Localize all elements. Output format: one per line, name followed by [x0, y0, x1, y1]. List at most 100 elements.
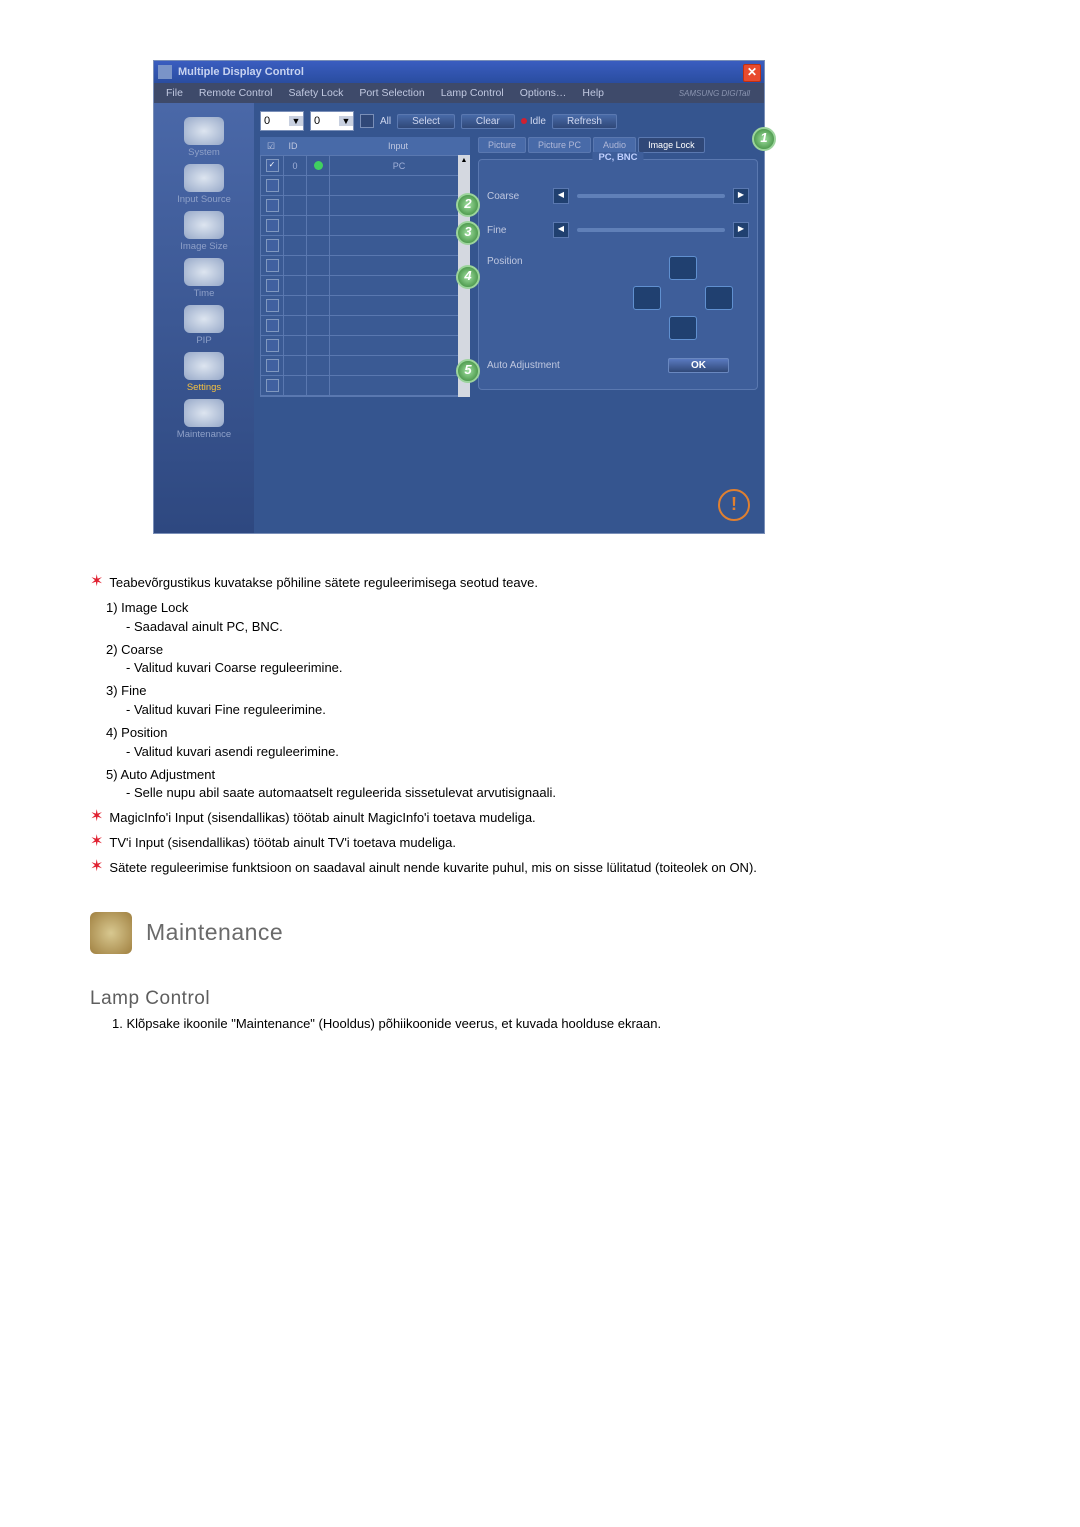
- arrow-left-icon[interactable]: ◀: [553, 222, 569, 238]
- pos-down-button[interactable]: [669, 316, 697, 340]
- table-row[interactable]: [261, 316, 469, 336]
- table-row[interactable]: [261, 196, 469, 216]
- sidebar-item-settings[interactable]: Settings: [154, 348, 254, 395]
- maintenance-icon: [184, 399, 224, 427]
- sidebar-label: Maintenance: [177, 429, 231, 440]
- lamp-step-1: 1. Klõpsake ikoonile "Maintenance" (Hool…: [112, 1016, 990, 1031]
- refresh-button[interactable]: Refresh: [552, 114, 617, 129]
- callout-5: 5: [456, 359, 480, 383]
- row-id: [284, 296, 307, 315]
- idle-label: Idle: [521, 116, 546, 127]
- row-checkbox[interactable]: [266, 259, 279, 272]
- dropdown-1[interactable]: 0▼: [260, 111, 304, 131]
- table-row[interactable]: [261, 176, 469, 196]
- star-icon: ✶: [90, 809, 103, 825]
- row-status: [307, 216, 330, 235]
- time-icon: [184, 258, 224, 286]
- row-checkbox[interactable]: [266, 319, 279, 332]
- sidebar-item-image-size[interactable]: Image Size: [154, 207, 254, 254]
- arrow-left-icon[interactable]: ◀: [553, 188, 569, 204]
- item-3-title: 3) Fine: [106, 682, 990, 701]
- row-checkbox[interactable]: [266, 339, 279, 352]
- sidebar-item-time[interactable]: Time: [154, 254, 254, 301]
- star-icon: ✶: [90, 834, 103, 850]
- close-icon[interactable]: ✕: [743, 64, 761, 82]
- callout-2: 2: [456, 193, 480, 217]
- table-row[interactable]: [261, 356, 469, 376]
- row-checkbox[interactable]: [266, 279, 279, 292]
- description: ✶Teabevõrgustikus kuvatakse põhiline sät…: [90, 574, 990, 878]
- sidebar-label: Image Size: [180, 241, 228, 252]
- arrow-right-icon[interactable]: ▶: [733, 222, 749, 238]
- table-row[interactable]: [261, 376, 469, 396]
- pc-bnc-group: PC, BNC Coarse ◀ ▶ Fine ◀: [478, 159, 758, 390]
- display-grid: ☑ ID Input 0PC ▲: [260, 137, 470, 397]
- tab-picture[interactable]: Picture: [478, 137, 526, 153]
- sidebar-item-system[interactable]: System: [154, 113, 254, 160]
- tab-audio[interactable]: Audio: [593, 137, 636, 153]
- table-row[interactable]: 0PC: [261, 156, 469, 176]
- row-checkbox[interactable]: [266, 379, 279, 392]
- table-row[interactable]: [261, 256, 469, 276]
- row-id: [284, 316, 307, 335]
- sidebar-label: System: [188, 147, 220, 158]
- menu-remote[interactable]: Remote Control: [191, 87, 281, 99]
- item-2-sub: - Valitud kuvari Coarse reguleerimine.: [126, 659, 990, 678]
- row-id: [284, 236, 307, 255]
- tab-image-lock[interactable]: Image Lock: [638, 137, 705, 153]
- row-checkbox[interactable]: [266, 299, 279, 312]
- sidebar-item-pip[interactable]: PIP: [154, 301, 254, 348]
- coarse-slider[interactable]: [577, 194, 725, 198]
- sidebar-label: Time: [194, 288, 215, 299]
- dropdown-2[interactable]: 0▼: [310, 111, 354, 131]
- fine-label: Fine: [487, 225, 545, 236]
- pos-up-button[interactable]: [669, 256, 697, 280]
- note-tv: TV'i Input (sisendallikas) töötab ainult…: [109, 834, 456, 853]
- input-source-icon: [184, 164, 224, 192]
- position-label: Position: [487, 256, 545, 267]
- menu-safety[interactable]: Safety Lock: [280, 87, 351, 99]
- menu-file[interactable]: File: [158, 87, 191, 99]
- table-row[interactable]: [261, 236, 469, 256]
- row-input: PC: [330, 156, 469, 175]
- sidebar-item-input-source[interactable]: Input Source: [154, 160, 254, 207]
- note-power: Sätete reguleerimise funktsioon on saada…: [109, 859, 756, 878]
- pos-left-button[interactable]: [633, 286, 661, 310]
- item-1-sub: - Saadaval ainult PC, BNC.: [126, 618, 990, 637]
- menu-help[interactable]: Help: [574, 87, 612, 99]
- row-checkbox[interactable]: [266, 179, 279, 192]
- row-checkbox[interactable]: [266, 239, 279, 252]
- row-checkbox[interactable]: [266, 159, 279, 172]
- row-checkbox[interactable]: [266, 199, 279, 212]
- scroll-up-icon[interactable]: ▲: [458, 155, 470, 167]
- sidebar-item-maintenance[interactable]: Maintenance: [154, 395, 254, 442]
- system-icon: [184, 117, 224, 145]
- group-title: PC, BNC: [592, 152, 643, 163]
- callout-1: 1: [752, 127, 776, 151]
- menu-options[interactable]: Options…: [512, 87, 575, 99]
- row-status: [307, 376, 330, 395]
- table-row[interactable]: [261, 216, 469, 236]
- arrow-right-icon[interactable]: ▶: [733, 188, 749, 204]
- tab-picture-pc[interactable]: Picture PC: [528, 137, 591, 153]
- select-button[interactable]: Select: [397, 114, 455, 129]
- all-checkbox[interactable]: [360, 114, 374, 128]
- row-id: [284, 176, 307, 195]
- clear-button[interactable]: Clear: [461, 114, 515, 129]
- table-row[interactable]: [261, 336, 469, 356]
- row-id: [284, 216, 307, 235]
- col-input: Input: [326, 141, 470, 151]
- ok-button[interactable]: OK: [668, 358, 729, 373]
- maintenance-heading: Maintenance: [146, 919, 283, 946]
- menu-port[interactable]: Port Selection: [351, 87, 432, 99]
- row-checkbox[interactable]: [266, 219, 279, 232]
- menu-lamp[interactable]: Lamp Control: [433, 87, 512, 99]
- table-row[interactable]: [261, 276, 469, 296]
- fine-slider[interactable]: [577, 228, 725, 232]
- col-id: ID: [282, 141, 304, 151]
- row-checkbox[interactable]: [266, 359, 279, 372]
- table-row[interactable]: [261, 296, 469, 316]
- status-dot-icon: [521, 118, 527, 124]
- pos-right-button[interactable]: [705, 286, 733, 310]
- row-id: [284, 256, 307, 275]
